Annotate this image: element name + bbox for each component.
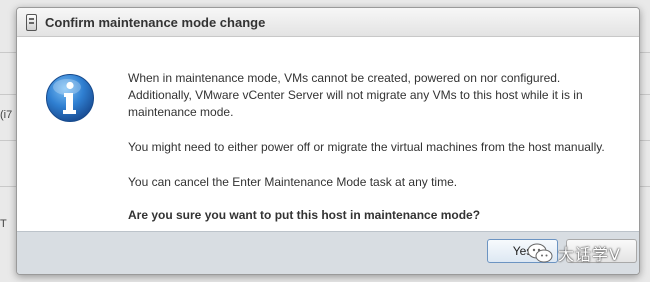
message-paragraph: You can cancel the Enter Maintenance Mod… [128, 175, 458, 189]
host-icon [26, 13, 37, 31]
message-text: When in maintenance mode, VMs cannot be … [128, 70, 623, 242]
info-icon [46, 74, 94, 122]
wechat-icon [527, 243, 553, 263]
confirmation-question: Are you sure you want to put this host i… [128, 208, 481, 222]
confirm-dialog: Confirm maintenance mode change When in … [16, 7, 640, 275]
message-paragraph: You might need to either power off or mi… [128, 140, 605, 154]
message-paragraph: When in maintenance mode, VMs cannot be … [128, 71, 583, 119]
dialog-body: When in maintenance mode, VMs cannot be … [17, 37, 639, 232]
background-text: (i7 [0, 109, 13, 121]
watermark-text: 大话学V [558, 245, 621, 264]
dialog-titlebar[interactable]: Confirm maintenance mode change [17, 8, 639, 37]
watermark: 大话学V [526, 238, 621, 268]
dialog-title: Confirm maintenance mode change [45, 14, 266, 30]
background-text: T [0, 218, 7, 230]
